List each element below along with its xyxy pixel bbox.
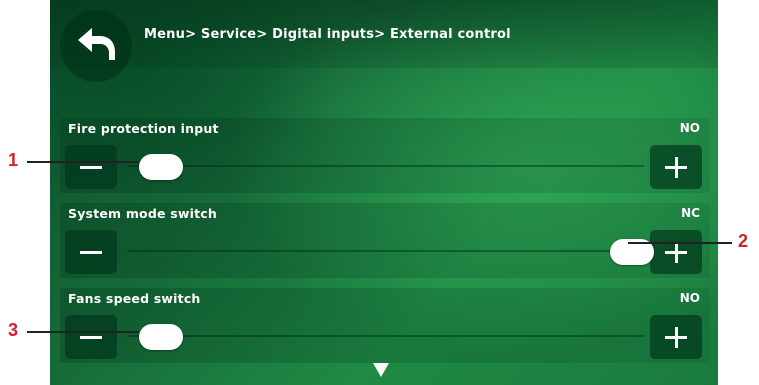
callout-3-number: 3 — [8, 320, 19, 340]
slider-knob[interactable] — [139, 324, 183, 350]
slider-track[interactable] — [127, 335, 644, 337]
row-label: Fans speed switch — [68, 291, 201, 306]
setting-row-fans-speed: Fans speed switch NO — [60, 288, 710, 363]
callout-2-number: 2 — [738, 231, 749, 251]
plus-icon — [650, 230, 702, 274]
increase-button[interactable] — [650, 315, 702, 359]
slider-knob[interactable] — [139, 154, 183, 180]
plus-icon — [650, 315, 702, 359]
breadcrumb: Menu> Service> Digital inputs> External … — [144, 27, 511, 42]
back-arrow-icon — [78, 28, 115, 60]
increase-button[interactable] — [650, 230, 702, 274]
increase-button[interactable] — [650, 145, 702, 189]
callout-2-line — [628, 242, 732, 244]
scroll-down-arrow-icon[interactable] — [373, 363, 389, 377]
controller-screen: Menu> Service> Digital inputs> External … — [50, 0, 718, 385]
back-button[interactable] — [60, 10, 132, 82]
slider-track[interactable] — [127, 250, 644, 252]
minus-icon — [65, 230, 117, 274]
row-value: NO — [679, 121, 700, 135]
minus-icon — [65, 315, 117, 359]
row-label: Fire protection input — [68, 121, 219, 136]
setting-row-fire-protection: Fire protection input NO — [60, 118, 710, 193]
decrease-button[interactable] — [65, 315, 117, 359]
minus-icon — [65, 145, 117, 189]
row-label: System mode switch — [68, 206, 217, 221]
callout-1-line — [27, 161, 139, 163]
row-value: NO — [679, 291, 700, 305]
decrease-button[interactable] — [65, 145, 117, 189]
plus-icon — [650, 145, 702, 189]
row-value: NC — [681, 206, 700, 220]
setting-row-system-mode: System mode switch NC — [60, 203, 710, 278]
slider-track[interactable] — [127, 165, 644, 167]
callout-3-line — [27, 331, 139, 333]
callout-1-number: 1 — [8, 150, 19, 170]
decrease-button[interactable] — [65, 230, 117, 274]
